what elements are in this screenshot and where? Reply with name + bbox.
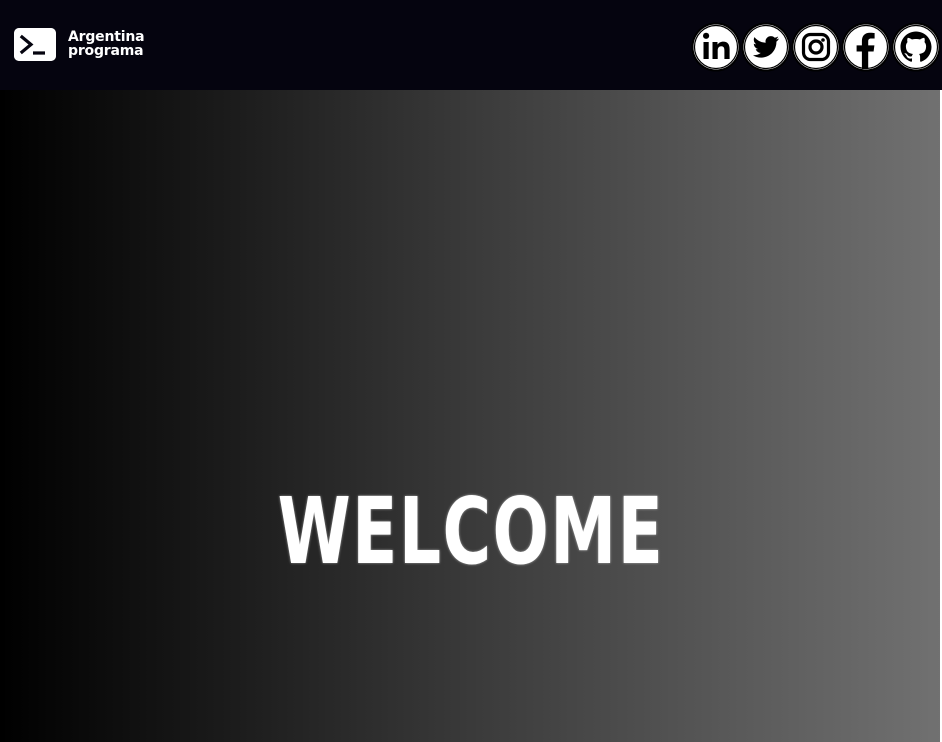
- logo-line1: Argentina: [68, 29, 145, 45]
- page: Argentina programa WELCOME: [0, 0, 942, 742]
- argentina-programa-logo[interactable]: Argentina programa: [14, 24, 145, 64]
- top-navbar: Argentina programa: [0, 0, 942, 90]
- logo-line2: programa: [68, 43, 144, 59]
- instagram-icon: [791, 22, 841, 72]
- github-icon: [891, 22, 941, 72]
- facebook-link[interactable]: [841, 22, 891, 72]
- social-links: [691, 22, 941, 72]
- logo-text: Argentina programa: [68, 29, 145, 59]
- linkedin-icon: [691, 22, 741, 72]
- hero-banner: WELCOME: [0, 90, 942, 742]
- facebook-icon: [841, 22, 891, 72]
- twitter-link[interactable]: [741, 22, 791, 72]
- twitter-icon: [741, 22, 791, 72]
- welcome-heading: WELCOME: [277, 477, 665, 585]
- github-link[interactable]: [891, 22, 941, 72]
- linkedin-link[interactable]: [691, 22, 741, 72]
- terminal-prompt-icon: [14, 27, 56, 61]
- instagram-link[interactable]: [791, 22, 841, 72]
